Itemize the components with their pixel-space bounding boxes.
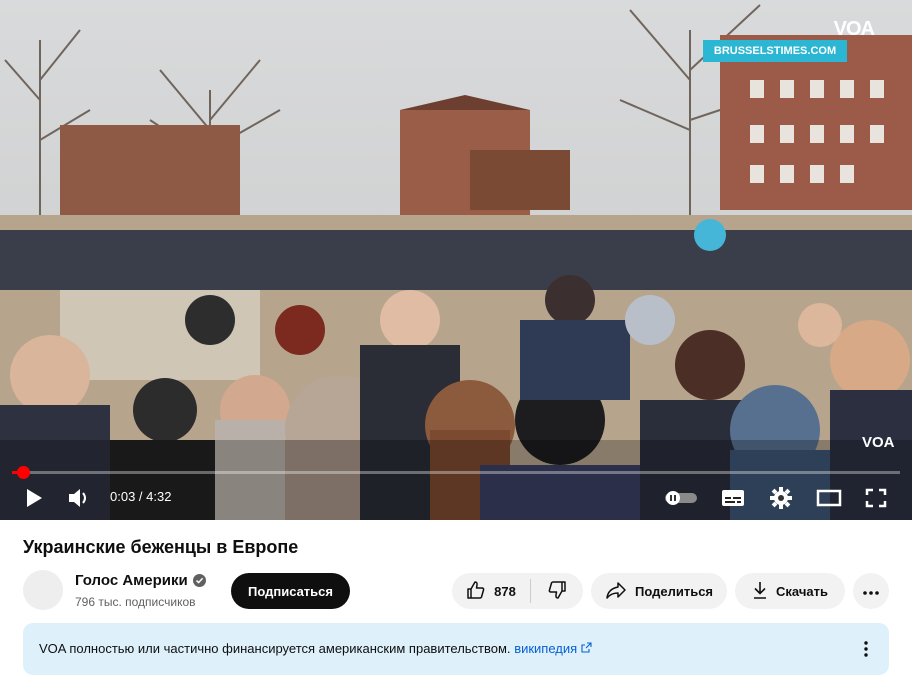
wikipedia-link[interactable]: википедия xyxy=(514,641,592,656)
verified-check-icon xyxy=(192,574,206,587)
more-actions-button[interactable] xyxy=(853,573,889,609)
video-title: Украинские беженцы в Европе xyxy=(23,537,299,557)
subscriber-count: 796 тыс. подписчиков xyxy=(75,595,196,609)
like-button[interactable]: 878 xyxy=(452,573,530,609)
external-link-icon xyxy=(581,641,592,656)
video-frame xyxy=(0,0,912,520)
channel-avatar[interactable] xyxy=(23,570,63,610)
notice-text: VOA полностью или частично финансируется… xyxy=(39,641,511,656)
voa-logo: VOA xyxy=(833,18,875,40)
subtitles-icon[interactable] xyxy=(720,486,746,510)
time-display: 0:03 / 4:32 xyxy=(110,489,172,504)
voa-logo-small: VOA xyxy=(862,434,895,451)
more-vertical-icon[interactable] xyxy=(855,637,877,661)
play-icon[interactable] xyxy=(20,486,48,510)
source-badge: BRUSSELSTIMES.COM xyxy=(703,40,847,62)
gear-icon[interactable] xyxy=(768,485,794,511)
like-count: 878 xyxy=(494,583,516,599)
download-icon xyxy=(752,580,768,603)
share-label: Поделиться xyxy=(634,583,714,599)
progress-scrubber[interactable] xyxy=(16,466,30,479)
progress-bar[interactable] xyxy=(12,466,900,479)
autoplay-toggle-icon[interactable] xyxy=(664,488,698,508)
thumbs-up-icon xyxy=(466,580,486,603)
volume-icon[interactable] xyxy=(64,486,94,510)
channel-name[interactable]: Голос Америки xyxy=(75,572,188,589)
dislike-button[interactable] xyxy=(531,573,583,609)
like-dislike-group: 878 xyxy=(452,573,583,609)
theater-mode-icon[interactable] xyxy=(815,486,843,510)
funding-notice: VOA полностью или частично финансируется… xyxy=(23,623,889,675)
share-arrow-icon xyxy=(605,580,627,603)
wikipedia-link-label[interactable]: википедия xyxy=(514,641,577,656)
more-horizontal-icon xyxy=(862,584,880,599)
channel-name-row[interactable]: Голос Америки xyxy=(75,572,206,589)
share-button[interactable]: Поделиться xyxy=(591,573,727,609)
video-player[interactable]: VOA BRUSSELSTIMES.COM VOA 0:03 / 4:32 xyxy=(0,0,912,520)
download-label: Скачать xyxy=(776,583,828,599)
fullscreen-icon[interactable] xyxy=(862,486,890,510)
thumbs-down-icon xyxy=(547,580,567,603)
subscribe-button[interactable]: Подписаться xyxy=(231,573,350,609)
player-controls: 0:03 / 4:32 xyxy=(0,480,912,516)
notice-text-row: VOA полностью или частично финансируется… xyxy=(39,641,592,656)
download-button[interactable]: Скачать xyxy=(735,573,845,609)
